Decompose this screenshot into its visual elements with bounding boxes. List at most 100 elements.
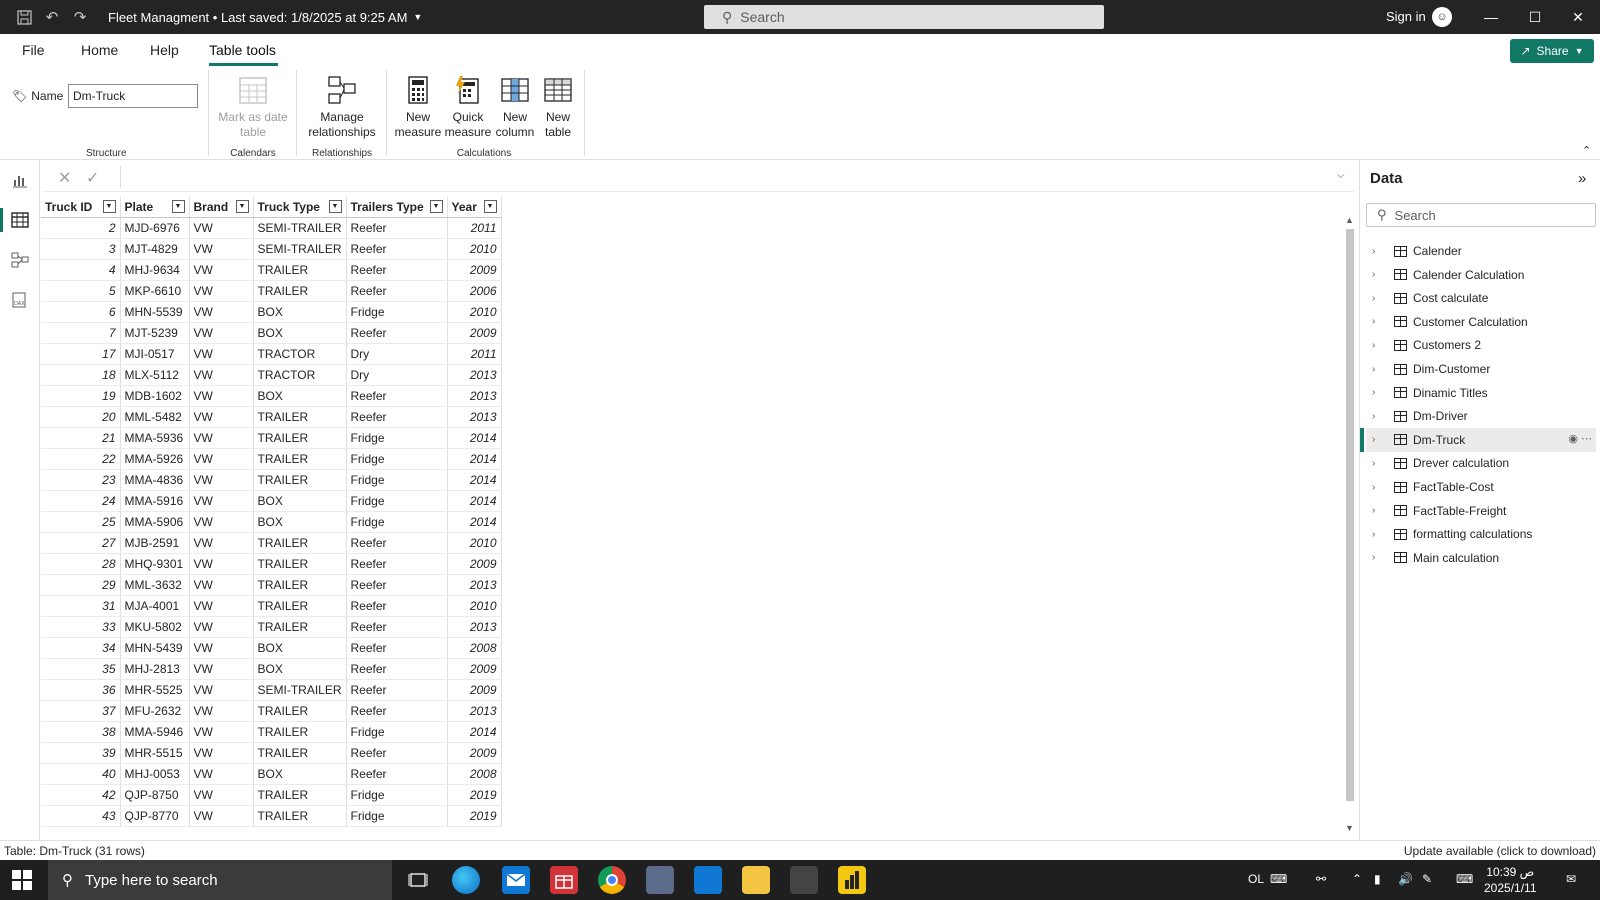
- table-cell[interactable]: BOX: [253, 385, 347, 407]
- people-icon[interactable]: ⚯: [1316, 872, 1326, 886]
- table-cell[interactable]: MMA-4836: [120, 469, 190, 491]
- column-header[interactable]: Brand ▼: [189, 197, 254, 218]
- table-cell[interactable]: MHQ-9301: [120, 553, 190, 575]
- outlook-icon[interactable]: [694, 866, 722, 894]
- system-clock[interactable]: 10:39 ص 2025/1/11: [1484, 864, 1537, 896]
- table-cell[interactable]: 24: [41, 490, 121, 512]
- table-cell[interactable]: 37: [41, 700, 121, 722]
- table-cell[interactable]: MMA-5926: [120, 448, 190, 470]
- table-cell[interactable]: VW: [189, 784, 254, 806]
- new-measure-button[interactable]: New measure: [394, 74, 442, 140]
- table-cell[interactable]: 22: [41, 448, 121, 470]
- table-cell[interactable]: VW: [189, 385, 254, 407]
- table-cell[interactable]: TRAILER: [253, 448, 347, 470]
- tab-help[interactable]: Help: [150, 42, 179, 58]
- table-cell[interactable]: 17: [41, 343, 121, 365]
- window-title[interactable]: Fleet Managment • Last saved: 1/8/2025 a…: [108, 10, 407, 25]
- data-table-item[interactable]: › Main calculation: [1366, 546, 1596, 570]
- table-cell[interactable]: VW: [189, 280, 254, 302]
- table-cell[interactable]: 29: [41, 574, 121, 596]
- table-cell[interactable]: MJT-5239: [120, 322, 190, 344]
- table-cell[interactable]: VW: [189, 364, 254, 386]
- dax-query-view-icon[interactable]: DAX: [0, 280, 40, 320]
- table-cell[interactable]: Fridge: [346, 427, 448, 449]
- table-cell[interactable]: Fridge: [346, 448, 448, 470]
- table-cell[interactable]: Reefer: [346, 280, 448, 302]
- windows-start-icon[interactable]: [12, 870, 32, 890]
- table-cell[interactable]: VW: [189, 427, 254, 449]
- table-cell[interactable]: BOX: [253, 490, 347, 512]
- filter-dropdown-icon[interactable]: ▼: [483, 200, 497, 213]
- table-cell[interactable]: TRAILER: [253, 469, 347, 491]
- table-cell[interactable]: 2013: [447, 385, 502, 407]
- share-button[interactable]: ↗ Share ▼: [1510, 39, 1594, 63]
- table-cell[interactable]: 2: [41, 217, 121, 239]
- data-table-item[interactable]: › formatting calculations: [1366, 522, 1596, 546]
- table-cell[interactable]: 25: [41, 511, 121, 533]
- column-header[interactable]: Truck ID ▼: [41, 197, 121, 218]
- table-cell[interactable]: MHN-5539: [120, 301, 190, 323]
- table-cell[interactable]: 2009: [447, 322, 502, 344]
- data-table-item[interactable]: › Drever calculation: [1366, 451, 1596, 475]
- table-cell[interactable]: 21: [41, 427, 121, 449]
- table-cell[interactable]: 2014: [447, 490, 502, 512]
- table-cell[interactable]: 28: [41, 553, 121, 575]
- table-cell[interactable]: Fridge: [346, 511, 448, 533]
- quick-measure-button[interactable]: Quick measure: [444, 74, 492, 140]
- chevron-right-icon[interactable]: ›: [1372, 529, 1388, 540]
- pen-icon[interactable]: ✎: [1422, 872, 1432, 886]
- table-cell[interactable]: BOX: [253, 322, 347, 344]
- table-cell[interactable]: 2009: [447, 742, 502, 764]
- table-cell[interactable]: TRAILER: [253, 259, 347, 281]
- table-cell[interactable]: VW: [189, 574, 254, 596]
- table-cell[interactable]: TRAILER: [253, 721, 347, 743]
- table-cell[interactable]: Fridge: [346, 805, 448, 827]
- table-cell[interactable]: 43: [41, 805, 121, 827]
- table-cell[interactable]: VW: [189, 532, 254, 554]
- table-cell[interactable]: BOX: [253, 763, 347, 785]
- power-bi-icon[interactable]: [838, 866, 866, 894]
- table-cell[interactable]: MHN-5439: [120, 637, 190, 659]
- maximize-icon[interactable]: ☐: [1512, 0, 1558, 34]
- table-cell[interactable]: MJA-4001: [120, 595, 190, 617]
- table-cell[interactable]: VW: [189, 805, 254, 827]
- table-cell[interactable]: 2013: [447, 700, 502, 722]
- table-name-input[interactable]: [68, 84, 198, 108]
- desktop-app-icon[interactable]: [646, 866, 674, 894]
- data-table-item[interactable]: › Calender Calculation: [1366, 263, 1596, 287]
- table-cell[interactable]: Reefer: [346, 553, 448, 575]
- data-table-item[interactable]: › FactTable-Freight: [1366, 499, 1596, 523]
- table-cell[interactable]: MMA-5916: [120, 490, 190, 512]
- search-box[interactable]: ⚲ Search: [704, 5, 1104, 29]
- table-cell[interactable]: TRAILER: [253, 574, 347, 596]
- formula-bar[interactable]: ✕ ✓ ⌵: [44, 162, 1354, 192]
- table-cell[interactable]: Fridge: [346, 301, 448, 323]
- redo-icon[interactable]: ↷: [66, 0, 94, 34]
- table-cell[interactable]: 2011: [447, 343, 502, 365]
- table-cell[interactable]: VW: [189, 616, 254, 638]
- table-cell[interactable]: MHJ-2813: [120, 658, 190, 680]
- table-cell[interactable]: 27: [41, 532, 121, 554]
- table-cell[interactable]: 2013: [447, 616, 502, 638]
- chevron-right-icon[interactable]: ›: [1372, 434, 1388, 445]
- table-cell[interactable]: Fridge: [346, 721, 448, 743]
- table-cell[interactable]: TRAILER: [253, 595, 347, 617]
- close-icon[interactable]: ✕: [1555, 0, 1600, 34]
- table-cell[interactable]: TRACTOR: [253, 343, 347, 365]
- table-cell[interactable]: VW: [189, 595, 254, 617]
- chevron-right-icon[interactable]: ›: [1372, 340, 1388, 351]
- table-cell[interactable]: Reefer: [346, 595, 448, 617]
- table-cell[interactable]: Fridge: [346, 490, 448, 512]
- table-cell[interactable]: VW: [189, 700, 254, 722]
- table-cell[interactable]: VW: [189, 238, 254, 260]
- table-cell[interactable]: QJP-8750: [120, 784, 190, 806]
- table-cell[interactable]: VW: [189, 637, 254, 659]
- sign-in-link[interactable]: Sign in: [1386, 9, 1426, 24]
- table-cell[interactable]: Reefer: [346, 322, 448, 344]
- table-cell[interactable]: VW: [189, 217, 254, 239]
- table-cell[interactable]: Reefer: [346, 574, 448, 596]
- table-cell[interactable]: 2009: [447, 259, 502, 281]
- table-cell[interactable]: QJP-8770: [120, 805, 190, 827]
- data-table-item[interactable]: › Cost calculate: [1366, 286, 1596, 310]
- more-options-icon[interactable]: ◉ ⋯: [1568, 432, 1592, 445]
